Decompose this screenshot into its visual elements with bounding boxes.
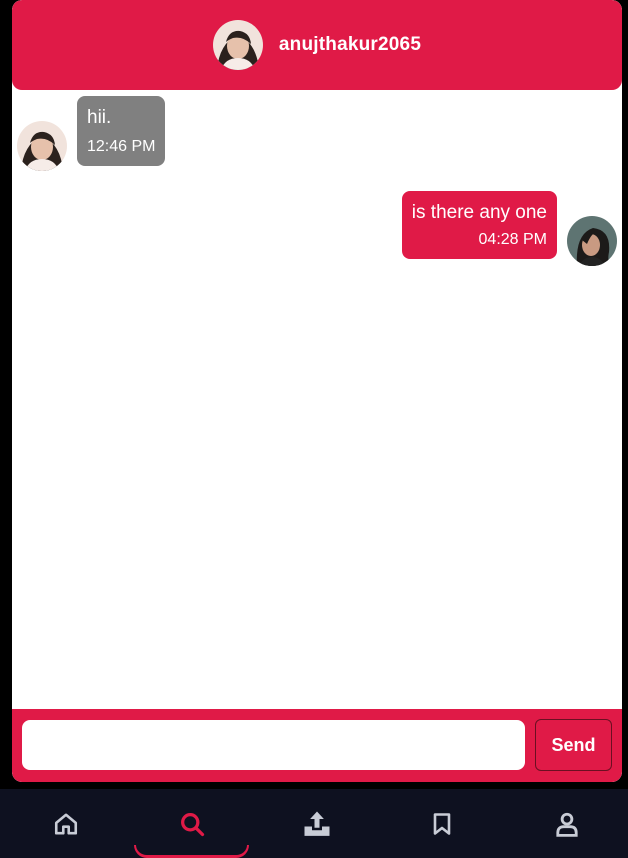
- message-input[interactable]: [22, 720, 525, 770]
- upload-icon: [304, 811, 330, 836]
- message-time: 04:28 PM: [478, 231, 547, 248]
- sender-avatar: [17, 121, 67, 171]
- message-bubble: hii. 12:46 PM: [77, 96, 166, 166]
- contact-avatar[interactable]: [212, 20, 263, 70]
- bookmark-icon: [433, 812, 451, 835]
- message-text: hii.: [87, 107, 112, 128]
- send-button[interactable]: Send: [535, 719, 612, 771]
- chat-window: anujthakur2065 hii. 12:46 PM is there an…: [12, 0, 622, 782]
- nav-profile[interactable]: [517, 789, 617, 858]
- message-composer: Send: [12, 709, 622, 782]
- nav-active-indicator: [134, 845, 249, 858]
- message-text: is there any one: [411, 202, 547, 223]
- message-outgoing: is there any one 04:28 PM: [401, 191, 617, 266]
- bottom-nav: [0, 789, 628, 858]
- nav-home[interactable]: [16, 789, 116, 858]
- home-icon: [54, 812, 78, 835]
- nav-saved[interactable]: [392, 789, 492, 858]
- user-icon: [556, 812, 578, 837]
- contact-username: anujthakur2065: [278, 34, 422, 55]
- message-incoming: hii. 12:46 PM: [17, 96, 166, 171]
- chat-header: anujthakur2065: [12, 0, 622, 90]
- nav-upload[interactable]: [267, 789, 367, 858]
- message-time: 12:46 PM: [87, 138, 156, 155]
- message-bubble: is there any one 04:28 PM: [401, 191, 557, 259]
- search-icon: [181, 812, 205, 836]
- my-avatar: [567, 216, 617, 266]
